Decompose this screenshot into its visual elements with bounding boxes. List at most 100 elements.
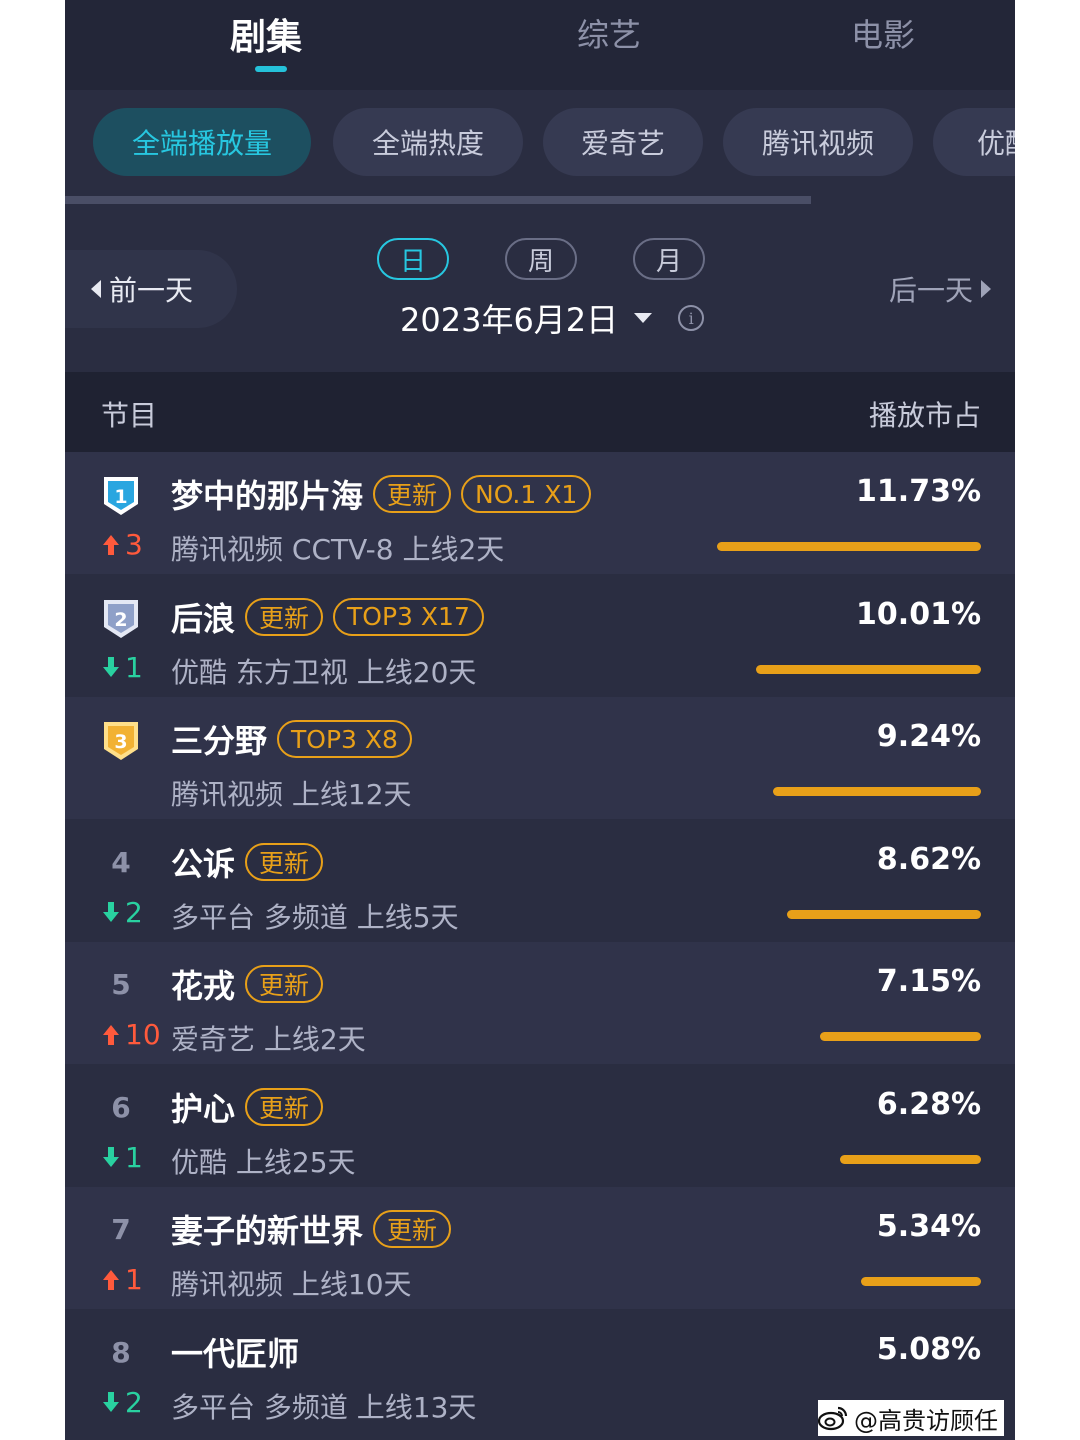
rank-number: 6	[111, 1090, 131, 1124]
show-title[interactable]: 花戎	[171, 961, 235, 1007]
rank-change-value: 3	[125, 528, 143, 561]
prev-day-label: 前一天	[109, 274, 194, 307]
table-row[interactable]: 4 2 公诉 更新多平台 多频道 上线5天 8.62%	[65, 820, 1015, 942]
show-title[interactable]: 后浪	[171, 594, 235, 640]
period-day-button[interactable]: 日	[377, 238, 449, 280]
show-tag: TOP3 X8	[277, 720, 412, 758]
tab-variety[interactable]: 综艺	[577, 10, 641, 56]
market-share-bar	[840, 1154, 981, 1164]
title-line: 一代匠师	[171, 1330, 299, 1374]
rank-change-value: 2	[125, 895, 143, 929]
table-header: 节目 播放市占	[65, 372, 1015, 452]
show-meta: 腾讯视频 CCTV-8 上线2天	[171, 533, 505, 566]
table-row[interactable]: 5 10 花戎 更新 爱奇艺 上线2天 7.15%	[65, 942, 1015, 1064]
prev-day-button[interactable]: 前一天	[65, 250, 237, 328]
show-title[interactable]: 护心	[171, 1084, 235, 1130]
rank-change: 2	[101, 896, 143, 929]
arrow-down-icon	[103, 657, 119, 677]
table-row[interactable]: 3 三分野 TOP3 X8 腾讯视频 上线12天 9.24%	[65, 697, 1015, 819]
show-title[interactable]: 公诉	[171, 839, 235, 885]
platform-filter-bar: 全端播放量 全端热度 爱奇艺 腾讯视频 优酷	[65, 108, 1015, 180]
market-share-bar	[717, 542, 981, 551]
arrow-up-icon	[103, 534, 119, 555]
rank-number: 4	[111, 845, 131, 879]
market-share-bar	[773, 787, 981, 796]
rank-change-value: 1	[125, 650, 143, 684]
rank-medal-number: 2	[114, 609, 127, 631]
rank-medal-icon: 2	[101, 597, 141, 641]
title-line: 后浪 更新 TOP3 X17	[171, 595, 484, 639]
rank-change: 3	[101, 528, 143, 561]
rank-change-value: 10	[125, 1018, 161, 1051]
title-line: 护心 更新	[171, 1084, 324, 1130]
rank-medal-number: 3	[114, 731, 127, 753]
show-meta: 多平台 多频道 上线5天	[171, 900, 459, 934]
market-share-value: 8.62%	[876, 841, 981, 877]
show-title[interactable]: 妻子的新世界	[171, 1206, 363, 1252]
active-tab-indicator	[255, 66, 287, 72]
show-title[interactable]: 一代匠师	[171, 1329, 299, 1375]
next-day-button[interactable]: 后一天	[889, 262, 991, 316]
show-tag: 更新	[373, 1210, 452, 1248]
show-tag: 更新	[245, 965, 324, 1003]
title-line: 三分野 TOP3 X8	[171, 717, 412, 761]
pill-all-plays[interactable]: 全端播放量	[93, 108, 311, 176]
tab-movie[interactable]: 电影	[851, 10, 915, 56]
chevron-right-icon	[981, 280, 991, 298]
rank-medal-number: 1	[114, 486, 127, 508]
show-meta: 优酷 东方卫视 上线20天	[171, 655, 477, 689]
pill-scrollbar[interactable]	[65, 196, 811, 204]
market-share-value: 7.15%	[876, 964, 981, 999]
show-title[interactable]: 三分野	[171, 716, 267, 762]
tab-series[interactable]: 剧集	[230, 8, 302, 60]
show-title[interactable]: 梦中的那片海	[171, 471, 363, 517]
rank-change-value: 1	[125, 1140, 143, 1174]
show-meta: 优酷 上线25天	[171, 1145, 356, 1179]
column-market-share[interactable]: 播放市占	[869, 394, 981, 434]
app-window: 剧集 综艺 电影 全端播放量 全端热度 爱奇艺 腾讯视频 优酷 前一天 日 周 …	[65, 0, 1015, 1440]
show-tag: NO.1 X1	[461, 475, 592, 513]
rank-number: 5	[111, 968, 131, 1001]
pill-tencent-video[interactable]: 腾讯视频	[723, 108, 913, 176]
title-line: 花戎 更新	[171, 961, 324, 1007]
market-share-bar	[756, 664, 981, 674]
weibo-credit: @高贵访顾任	[818, 1400, 1004, 1436]
table-row[interactable]: 2 1 后浪 更新 TOP3 X17 优酷 东方卫视 上线20天 10.01%	[65, 575, 1015, 697]
weibo-handle: @高贵访顾任	[854, 1406, 998, 1435]
rank-medal-icon: 3	[101, 719, 141, 763]
rank-medal-icon: 1	[101, 474, 141, 518]
date-label: 2023年6月2日	[400, 301, 619, 339]
show-tag: 更新	[245, 842, 324, 881]
market-share-bar	[820, 1032, 981, 1041]
pill-iqiyi[interactable]: 爱奇艺	[543, 108, 703, 176]
rank-number: 7	[111, 1213, 131, 1246]
next-day-label: 后一天	[888, 274, 973, 307]
chevron-left-icon	[91, 280, 101, 298]
show-meta: 腾讯视频 上线10天	[171, 1268, 412, 1301]
arrow-up-icon	[103, 1269, 119, 1290]
pill-youku[interactable]: 优酷	[933, 108, 1015, 176]
rank-change: 10	[101, 1018, 161, 1051]
pill-all-heat[interactable]: 全端热度	[333, 108, 523, 176]
caret-down-icon	[634, 313, 653, 323]
weibo-logo-icon	[818, 1406, 848, 1431]
rank-change-value: 1	[125, 1263, 143, 1296]
market-share-value: 5.34%	[876, 1209, 981, 1244]
title-line: 妻子的新世界 更新	[171, 1206, 452, 1252]
column-program: 节目	[101, 399, 158, 432]
rank-change: 1	[101, 1263, 143, 1296]
table-row[interactable]: 7 1 妻子的新世界 更新腾讯视频 上线10天 5.34%	[65, 1187, 1015, 1309]
title-line: 梦中的那片海 更新 NO.1 X1	[171, 471, 592, 517]
table-row[interactable]: 6 1 护心 更新 优酷 上线25天 6.28%	[65, 1065, 1015, 1187]
market-share-value: 5.08%	[876, 1331, 981, 1367]
info-icon[interactable]: i	[678, 305, 705, 331]
table-row[interactable]: 1 3 梦中的那片海 更新 NO.1 X1 腾讯视频 CCTV-8 上线2天 11.73%	[65, 452, 1015, 574]
period-month-button[interactable]: 月	[633, 238, 705, 280]
show-tag: 更新	[245, 597, 324, 636]
period-week-button[interactable]: 周	[505, 238, 577, 280]
rank-change: 1	[101, 1141, 143, 1174]
show-meta: 多平台 多频道 上线13天	[171, 1390, 477, 1424]
show-tag: 更新	[245, 1087, 324, 1126]
date-picker[interactable]: 2023年6月2日 i	[400, 296, 705, 340]
show-tag: TOP3 X17	[333, 597, 484, 636]
